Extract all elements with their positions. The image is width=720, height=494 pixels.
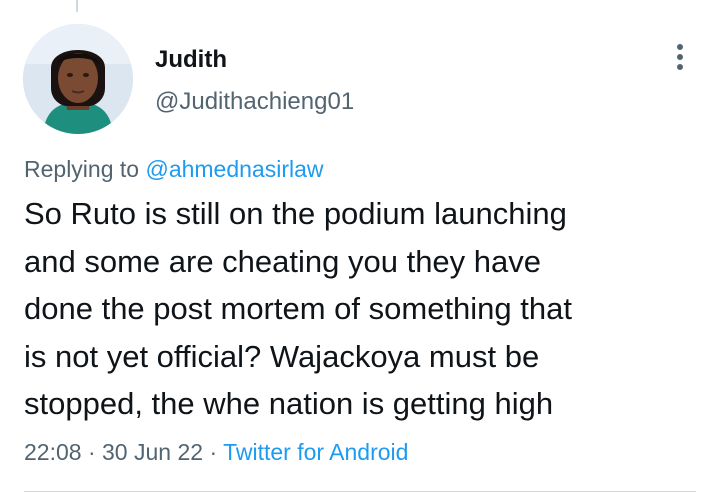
more-vertical-icon bbox=[677, 44, 683, 70]
avatar[interactable] bbox=[23, 24, 133, 134]
profile-photo-icon bbox=[23, 24, 133, 134]
replying-to-label: Replying to bbox=[24, 156, 140, 182]
author-handle[interactable]: @Judithachieng01 bbox=[155, 88, 354, 116]
replying-to-line: Replying to @ahmednasirlaw bbox=[24, 155, 324, 183]
meta-separator: · bbox=[209, 439, 218, 465]
author-block: Judith @Judithachieng01 bbox=[155, 46, 354, 116]
divider bbox=[24, 491, 696, 492]
thread-connector-line bbox=[76, 0, 78, 12]
meta-separator: · bbox=[87, 439, 96, 465]
tweet-text: So Ruto is still on the podium launching… bbox=[24, 196, 572, 421]
more-options-button[interactable] bbox=[667, 40, 693, 74]
tweet-source-link[interactable]: Twitter for Android bbox=[223, 439, 408, 465]
tweet-metadata: 22:08 · 30 Jun 22 · Twitter for Android bbox=[24, 438, 408, 466]
tweet-date[interactable]: 30 Jun 22 bbox=[102, 439, 203, 465]
author-display-name[interactable]: Judith bbox=[155, 46, 354, 74]
tweet-time[interactable]: 22:08 bbox=[24, 439, 82, 465]
replying-to-mention-link[interactable]: @ahmednasirlaw bbox=[145, 156, 323, 182]
